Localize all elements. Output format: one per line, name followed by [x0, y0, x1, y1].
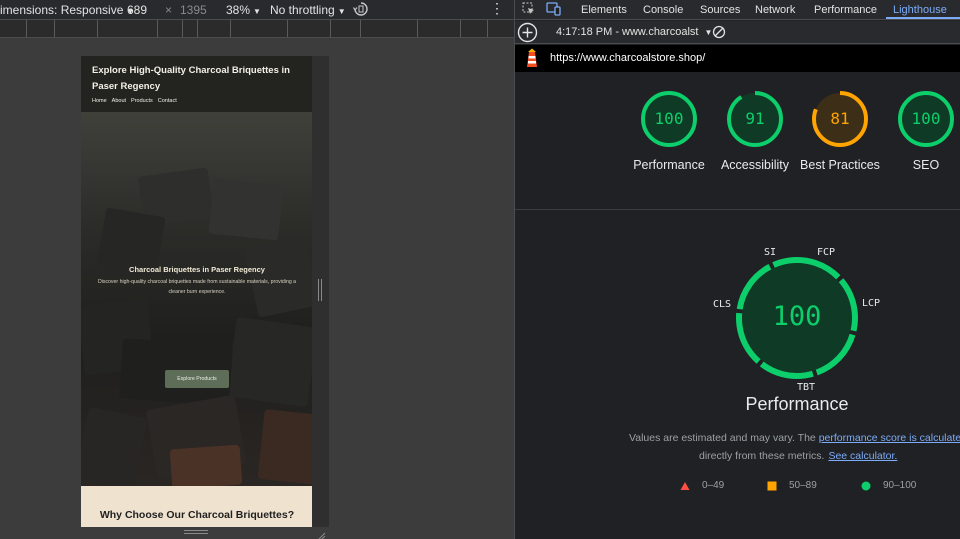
- tab-console[interactable]: Console: [643, 4, 683, 16]
- hero-background-image: [81, 112, 313, 486]
- legend-average: 50–89: [767, 480, 817, 491]
- description-line-2: directly from these metrics. See calculat…: [629, 447, 960, 465]
- explore-products-button[interactable]: Explore Products: [165, 370, 229, 388]
- site-title: Explore High-Quality Charcoal Briquettes…: [92, 65, 290, 92]
- site-nav: Home About Products Contact: [92, 98, 177, 104]
- metric-tbt: TBT: [797, 382, 816, 393]
- legend-label: 50–89: [789, 480, 817, 491]
- resize-handle-right[interactable]: [318, 279, 324, 301]
- nav-about-link[interactable]: About: [112, 98, 126, 104]
- performance-title: Performance: [745, 394, 849, 414]
- device-toolbar-icon[interactable]: [546, 2, 562, 19]
- clear-reports-icon[interactable]: [712, 25, 726, 42]
- dimensions-dropdown[interactable]: imensions: Responsive ▼: [0, 3, 134, 17]
- metric-fcp: FCP: [817, 247, 836, 258]
- circle-icon: [861, 481, 871, 490]
- more-options-icon[interactable]: ⋮: [490, 0, 504, 17]
- active-tab-indicator: [886, 17, 960, 19]
- tab-performance[interactable]: Performance: [814, 4, 877, 16]
- width-input[interactable]: 689: [127, 3, 147, 17]
- gauge-score: 100: [911, 109, 941, 128]
- lighthouse-logo-icon: [524, 48, 540, 71]
- chevron-down-icon: ▼: [253, 7, 261, 16]
- devtools-window: imensions: Responsive ▼ 689 × 1395 38% ▼ N…: [0, 0, 960, 539]
- nav-home-link[interactable]: Home: [92, 98, 107, 104]
- gauge-label: SEO: [912, 158, 940, 172]
- description-line-1: Values are estimated and may vary. The p…: [629, 429, 960, 447]
- nav-products-link[interactable]: Products: [131, 98, 153, 104]
- new-report-icon[interactable]: [517, 22, 538, 46]
- performance-score-link[interactable]: performance score is calculated: [819, 432, 960, 444]
- times-icon: ×: [165, 3, 173, 17]
- devtools-pane: Elements Console Sources Network Perform…: [514, 0, 960, 539]
- height-input[interactable]: 1395: [180, 3, 207, 17]
- hero-text: Discover high-quality charcoal briquette…: [97, 279, 297, 295]
- report-selector[interactable]: 4:17:18 PM - www.charcoalst ▼: [556, 26, 712, 38]
- throttling-dropdown[interactable]: No throttling ▼: [270, 3, 346, 17]
- report-url[interactable]: https://www.charcoalstore.shop/: [550, 52, 705, 64]
- description-text: Values are estimated and may vary. The: [629, 432, 819, 444]
- legend-fail: 0–49: [680, 480, 724, 491]
- section-divider: [515, 209, 960, 210]
- throttling-label: No throttling: [270, 3, 335, 17]
- gauge-label: Performance: [633, 158, 705, 172]
- media-query-ruler: [0, 20, 514, 38]
- why-section: Why Choose Our Charcoal Briquettes?: [81, 486, 313, 527]
- tab-elements[interactable]: Elements: [581, 4, 627, 16]
- device-toolbar: imensions: Responsive ▼ 689 × 1395 38% ▼ N…: [0, 0, 514, 20]
- square-icon: [767, 481, 777, 490]
- gauge-label: Best Practices: [800, 158, 880, 172]
- hero-section: Charcoal Briquettes in Paser Regency Dis…: [81, 112, 313, 486]
- metric-cls: CLS: [713, 299, 732, 310]
- emulated-page[interactable]: Explore High-Quality Charcoal Briquettes…: [81, 56, 313, 527]
- metric-lcp: LCP: [862, 298, 881, 309]
- legend-label: 0–49: [702, 480, 725, 491]
- metric-si: SI: [764, 247, 777, 258]
- device-emulation-pane: imensions: Responsive ▼ 689 × 1395 38% ▼ N…: [0, 0, 514, 539]
- nav-contact-link[interactable]: Contact: [158, 98, 177, 104]
- dimensions-label: imensions: Responsive: [0, 3, 124, 17]
- report-selector-label: 4:17:18 PM - www.charcoalst: [556, 26, 699, 38]
- why-section-title: Why Choose Our Charcoal Briquettes?: [99, 509, 295, 521]
- gauge-score: 100: [654, 109, 684, 128]
- tab-sources[interactable]: Sources: [700, 4, 740, 16]
- legend-label: 90–100: [883, 480, 917, 491]
- resize-handle-corner[interactable]: [316, 528, 326, 539]
- legend-pass: 90–100: [861, 480, 916, 491]
- inspect-element-icon[interactable]: [522, 2, 536, 19]
- performance-big-score: 100: [772, 301, 822, 332]
- lighthouse-toolbar: 4:17:18 PM - www.charcoalst ▼: [515, 21, 960, 44]
- devtools-tab-bar: Elements Console Sources Network Perform…: [515, 0, 960, 20]
- site-header: Explore High-Quality Charcoal Briquettes…: [81, 56, 313, 112]
- gauge-score: 91: [745, 109, 765, 128]
- description-text-2: directly from these metrics.: [699, 450, 825, 462]
- resize-handle-bottom[interactable]: [184, 530, 208, 536]
- hero-title: Charcoal Briquettes in Paser Regency: [129, 265, 265, 274]
- score-description: Values are estimated and may vary. The p…: [629, 429, 960, 465]
- zoom-dropdown[interactable]: 38% ▼: [226, 3, 261, 17]
- triangle-icon: [680, 481, 690, 490]
- rotate-icon[interactable]: [352, 1, 369, 19]
- chevron-down-icon: ▼: [337, 7, 346, 16]
- tab-lighthouse[interactable]: Lighthouse: [893, 4, 947, 16]
- tab-network[interactable]: Network: [755, 4, 795, 16]
- gauge-score: 81: [830, 109, 850, 128]
- see-calculator-link[interactable]: See calculator.: [828, 450, 897, 462]
- report-url-bar: https://www.charcoalstore.shop/: [515, 45, 960, 72]
- zoom-label: 38%: [226, 3, 251, 17]
